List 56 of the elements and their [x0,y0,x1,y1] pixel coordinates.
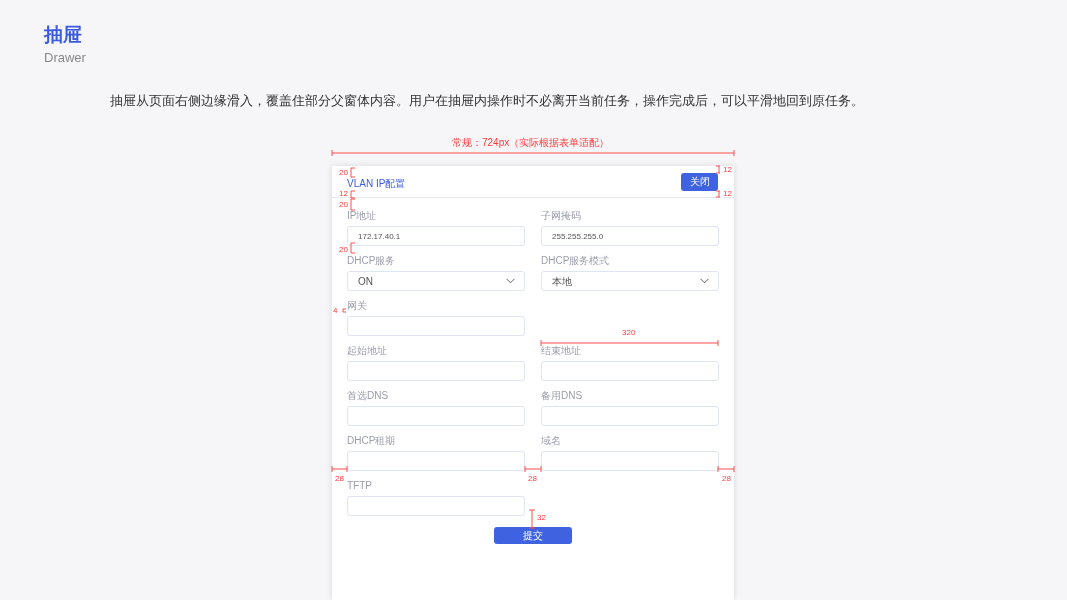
input-field[interactable] [541,406,719,426]
input-field[interactable] [541,451,719,471]
dimension-label: 20 [339,245,348,255]
dimension-label: 常规：724px（实际根据表单适配） [452,138,610,148]
field-label: IP地址 [347,210,378,222]
field-label: DHCP服务 [347,255,397,267]
dimension-label: 320 [622,328,636,338]
input-field[interactable]: 255.255.255.0 [541,226,719,246]
page-subtitle: Drawer [44,49,86,67]
select-field[interactable]: 本地 [541,271,719,291]
field-label: 网关 [347,300,368,312]
input-field[interactable] [347,451,525,471]
dimension-line [717,465,735,473]
dimension-label: 32 [537,513,546,523]
dimension-line [528,509,536,529]
input-field[interactable] [347,361,525,381]
dimension-line [350,167,356,178]
description-text: 抽屉从页面右侧边缘滑入，覆盖住部分父窗体内容。用户在抽屉内操作时不必离开当前任务，操作完成后，可以平滑地回到原任务。 [110,92,864,110]
dimension-line [342,308,347,313]
field-label: DHCP服务模式 [541,255,611,267]
field-label: 域名 [541,435,562,447]
field-label: 结束地址 [541,345,582,357]
select-value: ON [358,274,373,289]
chevron-down-icon [506,278,515,284]
chevron-down-icon [700,278,709,284]
dimension-label: 28 [528,474,537,484]
field-label: TFTP [347,480,373,492]
dimension-label: 20 [339,168,348,178]
dimension-label: 12 [723,189,732,199]
dimension-line [715,165,721,174]
dimension-line [715,190,721,198]
dimension-label: 12 [723,165,732,175]
drawer-title: VLAN IP配置 [347,177,406,191]
input-field[interactable]: 172.17.40.1 [347,226,525,246]
input-field[interactable] [347,316,525,336]
field-label: 起始地址 [347,345,388,357]
close-button[interactable]: 关闭 [681,172,718,191]
input-field[interactable] [541,361,719,381]
dimension-label: 28 [335,474,344,484]
submit-button[interactable]: 提交 [494,527,572,544]
input-field[interactable] [347,496,525,516]
field-label: DHCP租期 [347,435,397,447]
dimension-label: 12 [339,189,348,199]
select-value: 本地 [552,274,572,289]
field-label: 首选DNS [347,390,390,402]
input-field[interactable] [347,406,525,426]
dimension-line [350,242,356,254]
field-label: 子网掩码 [541,210,582,222]
field-label: 备用DNS [541,390,584,402]
dimension-line [524,465,542,473]
dimension-label: 20 [339,200,348,210]
dimension-label: 28 [722,474,731,484]
page-title: 抽屉 [44,23,83,47]
select-field[interactable]: ON [347,271,525,291]
dimension-line [331,465,348,473]
dimension-label: 4 [333,306,338,316]
